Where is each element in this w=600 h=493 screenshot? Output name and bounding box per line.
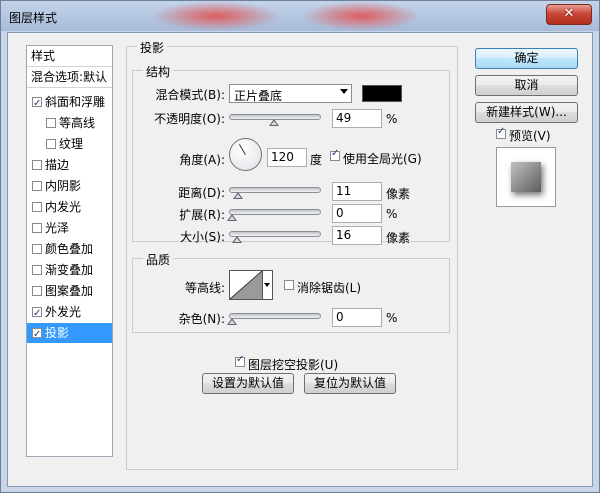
spread-unit: % bbox=[386, 207, 398, 221]
spread-input[interactable]: 0 bbox=[332, 204, 382, 223]
knockout-checkbox[interactable] bbox=[235, 354, 245, 367]
size-label: 大小(S): bbox=[179, 230, 225, 244]
shadow-color-swatch[interactable] bbox=[362, 85, 402, 102]
list-item-satin[interactable]: 光泽 bbox=[27, 218, 112, 238]
inner-glow-checkbox[interactable] bbox=[32, 202, 42, 212]
contour-label: 等高线: bbox=[184, 281, 225, 295]
blend-mode-value: 正片叠底 bbox=[234, 89, 283, 103]
contour-dropdown[interactable] bbox=[263, 270, 273, 300]
list-item-gradient-overlay[interactable]: 渐变叠加 bbox=[27, 260, 112, 280]
outer-glow-checkbox[interactable] bbox=[32, 304, 42, 324]
angle-input[interactable]: 120 bbox=[267, 148, 307, 167]
title-bar-highlight bbox=[301, 1, 421, 31]
cancel-button[interactable]: 取消 bbox=[475, 75, 578, 96]
opacity-unit: % bbox=[386, 112, 398, 126]
list-item-outer-glow[interactable]: 外发光 bbox=[27, 302, 112, 324]
satin-checkbox[interactable] bbox=[32, 223, 42, 233]
global-light-checkbox[interactable] bbox=[330, 148, 340, 161]
drop-shadow-panel: 投影 结构 混合模式(B): 正片叠底 不透明度(O): 49 % 角度(A):… bbox=[126, 39, 458, 470]
contour-picker[interactable] bbox=[229, 270, 263, 300]
noise-slider-thumb[interactable] bbox=[227, 318, 237, 325]
list-item-pattern-overlay[interactable]: 图案叠加 bbox=[27, 281, 112, 301]
list-item-texture[interactable]: 纹理 bbox=[27, 134, 112, 154]
title-bar[interactable]: 图层样式 bbox=[1, 1, 599, 31]
structure-group: 结构 混合模式(B): 正片叠底 不透明度(O): 49 % 角度(A): 12… bbox=[132, 63, 450, 245]
noise-label: 杂色(N): bbox=[178, 312, 225, 326]
knockout-label[interactable]: 图层挖空投影(U) bbox=[248, 356, 338, 373]
distance-input[interactable]: 11 bbox=[332, 182, 382, 201]
drop-shadow-title: 投影 bbox=[137, 39, 168, 56]
spread-slider-thumb[interactable] bbox=[227, 214, 237, 221]
noise-slider[interactable] bbox=[229, 313, 321, 319]
window-title: 图层样式 bbox=[9, 11, 58, 25]
quality-title: 品质 bbox=[143, 251, 174, 268]
list-item-color-overlay[interactable]: 颜色叠加 bbox=[27, 239, 112, 259]
contour-checkbox[interactable] bbox=[46, 118, 56, 128]
drop-shadow-checkbox[interactable] bbox=[32, 325, 42, 345]
opacity-input[interactable]: 49 bbox=[332, 109, 382, 128]
style-preview-thumbnail bbox=[496, 147, 556, 207]
blend-mode-label: 混合模式(B): bbox=[155, 88, 225, 102]
gradient-overlay-checkbox[interactable] bbox=[32, 265, 42, 275]
antialias-checkbox[interactable] bbox=[284, 280, 294, 290]
reset-default-button[interactable]: 复位为默认值 bbox=[304, 373, 396, 394]
bevel-emboss-checkbox[interactable] bbox=[32, 94, 42, 114]
preview-checkbox[interactable] bbox=[496, 126, 506, 139]
dialog-body: 样式 混合选项:默认 斜面和浮雕 等高线 纹理 描边 内阴影 bbox=[7, 32, 593, 487]
inner-shadow-checkbox[interactable] bbox=[32, 181, 42, 191]
noise-input[interactable]: 0 bbox=[332, 308, 382, 327]
structure-title: 结构 bbox=[143, 63, 174, 80]
angle-label: 角度(A): bbox=[179, 153, 225, 167]
color-overlay-checkbox[interactable] bbox=[32, 244, 42, 254]
opacity-slider-thumb[interactable] bbox=[269, 119, 280, 126]
global-light-label[interactable]: 使用全局光(G) bbox=[343, 150, 422, 167]
layer-style-dialog: 图层样式 样式 混合选项:默认 斜面和浮雕 等高线 纹理 描边 bbox=[0, 0, 600, 493]
blend-options-item[interactable]: 混合选项:默认 bbox=[27, 67, 112, 87]
size-slider-thumb[interactable] bbox=[232, 236, 242, 243]
style-list: 样式 混合选项:默认 斜面和浮雕 等高线 纹理 描边 内阴影 bbox=[26, 45, 113, 457]
size-slider[interactable] bbox=[229, 231, 321, 237]
separator bbox=[27, 87, 112, 88]
ok-button[interactable]: 确定 bbox=[475, 48, 578, 69]
blend-mode-select[interactable]: 正片叠底 bbox=[229, 84, 352, 103]
close-button[interactable] bbox=[546, 4, 592, 25]
list-item-stroke[interactable]: 描边 bbox=[27, 155, 112, 175]
noise-unit: % bbox=[386, 311, 398, 325]
make-default-button[interactable]: 设置为默认值 bbox=[202, 373, 294, 394]
style-list-header[interactable]: 样式 bbox=[27, 46, 112, 66]
new-style-button[interactable]: 新建样式(W)... bbox=[475, 102, 578, 123]
angle-dial-needle bbox=[239, 144, 246, 155]
angle-dial[interactable] bbox=[229, 138, 262, 171]
title-bar-highlight bbox=[151, 1, 281, 31]
contour-linear-icon bbox=[230, 271, 262, 299]
preview-label[interactable]: 预览(V) bbox=[509, 127, 551, 144]
size-unit: 像素 bbox=[386, 231, 411, 245]
spread-slider[interactable] bbox=[229, 209, 321, 215]
list-item-bevel-emboss[interactable]: 斜面和浮雕 bbox=[27, 92, 112, 114]
list-item-inner-shadow[interactable]: 内阴影 bbox=[27, 176, 112, 196]
distance-unit: 像素 bbox=[386, 187, 411, 201]
preview-square bbox=[511, 162, 541, 192]
list-item-inner-glow[interactable]: 内发光 bbox=[27, 197, 112, 217]
antialias-label[interactable]: 消除锯齿(L) bbox=[297, 279, 361, 296]
distance-label: 距离(D): bbox=[178, 186, 225, 200]
opacity-label: 不透明度(O): bbox=[154, 112, 225, 126]
size-input[interactable]: 16 bbox=[332, 226, 382, 245]
pattern-overlay-checkbox[interactable] bbox=[32, 286, 42, 296]
texture-checkbox[interactable] bbox=[46, 139, 56, 149]
chevron-down-icon bbox=[340, 89, 348, 94]
quality-group: 品质 等高线: 消除锯齿(L) 杂色(N): 0 % bbox=[132, 251, 450, 333]
list-item-drop-shadow[interactable]: 投影 bbox=[27, 323, 112, 345]
list-item-contour[interactable]: 等高线 bbox=[27, 113, 112, 133]
angle-unit: 度 bbox=[310, 153, 323, 167]
spread-label: 扩展(R): bbox=[179, 208, 225, 222]
distance-slider-thumb[interactable] bbox=[233, 192, 243, 199]
stroke-checkbox[interactable] bbox=[32, 160, 42, 170]
